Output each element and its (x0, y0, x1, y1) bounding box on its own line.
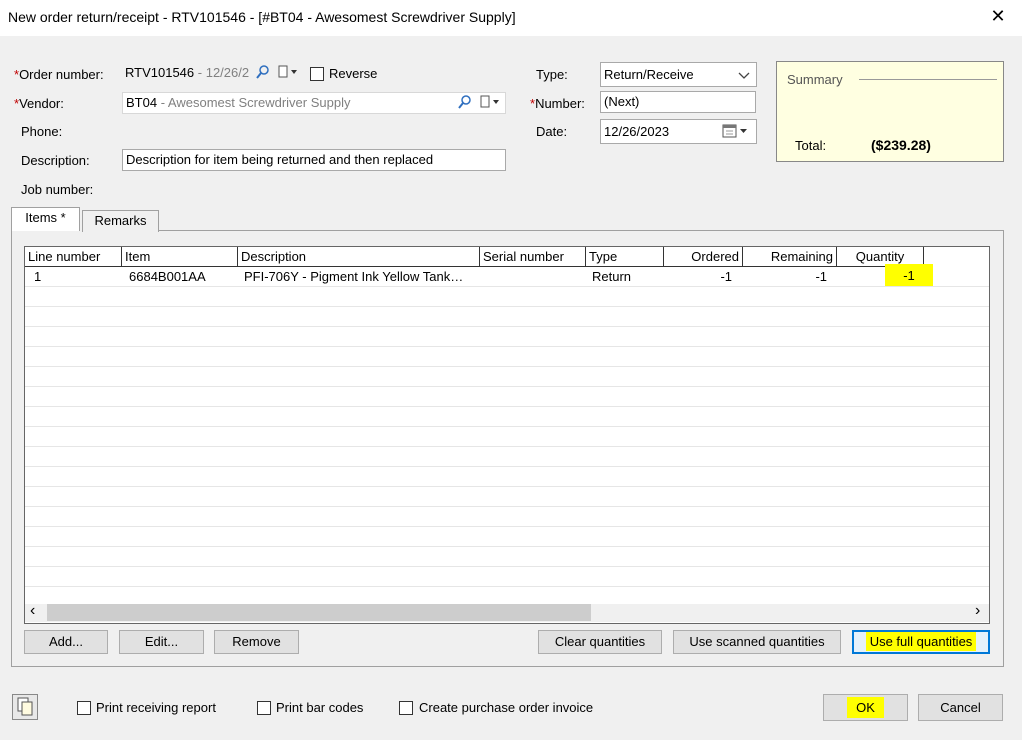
table-row (25, 547, 989, 567)
date-label: Date: (536, 124, 568, 139)
scroll-left-icon[interactable]: ‹ (30, 602, 35, 620)
reverse-checkbox[interactable] (310, 67, 324, 81)
use-full-quantities-button[interactable]: Use full quantities (852, 630, 990, 654)
ok-button-label: OK (847, 697, 884, 718)
chevron-down-icon[interactable] (738, 69, 750, 84)
summary-box: Summary Total: ($239.28) (776, 61, 1004, 162)
number-label: *Number: (530, 96, 585, 111)
calendar-icon[interactable] (722, 123, 752, 142)
table-row (25, 347, 989, 367)
cell-type: Return (592, 269, 632, 284)
number-field[interactable]: (Next) (600, 91, 756, 113)
col-header-description[interactable]: Description (238, 247, 480, 267)
type-label: Type: (536, 67, 568, 82)
description-field[interactable]: Description for item being returned and … (122, 149, 506, 171)
total-label: Total: (795, 138, 827, 153)
window-title: New order return/receipt - RTV101546 - [… (8, 9, 516, 25)
cell-line-number: 1 (34, 269, 42, 284)
use-scanned-quantities-button[interactable]: Use scanned quantities (673, 630, 841, 654)
col-header-item[interactable]: Item (122, 247, 238, 267)
col-header-ordered[interactable]: Ordered (664, 247, 743, 267)
print-bar-codes-checkbox[interactable] (257, 701, 271, 715)
vendor-doc-icon[interactable] (479, 95, 503, 112)
table-row (25, 467, 989, 487)
horizontal-scrollbar[interactable]: ‹ › (25, 602, 989, 622)
phone-label: Phone: (21, 124, 63, 139)
cell-remaining: -1 (815, 269, 827, 284)
summary-divider (859, 79, 997, 80)
total-value: ($239.28) (871, 137, 931, 153)
cell-description: PFI-706Y - Pigment Ink Yellow Tank… (244, 269, 464, 284)
create-purchase-order-invoice-checkbox[interactable] (399, 701, 413, 715)
col-header-remaining[interactable]: Remaining (743, 247, 837, 267)
table-row (25, 567, 989, 587)
table-row (25, 507, 989, 527)
remove-button[interactable]: Remove (214, 630, 299, 654)
scrollbar-thumb[interactable] (47, 604, 591, 621)
use-full-quantities-label: Use full quantities (865, 632, 977, 651)
title-bar: New order return/receipt - RTV101546 - [… (0, 0, 1022, 36)
job-number-label: Job number: (21, 182, 94, 197)
table-row (25, 307, 989, 327)
print-receiving-report-checkbox[interactable] (77, 701, 91, 715)
cell-serial-number (485, 267, 581, 286)
table-row (25, 327, 989, 347)
table-row (25, 527, 989, 547)
print-bar-codes-label: Print bar codes (276, 700, 364, 715)
cell-item: 6684B001AA (129, 269, 206, 284)
type-select[interactable]: Return/Receive (600, 62, 757, 87)
table-row (25, 447, 989, 467)
tab-strip-line (82, 230, 1004, 231)
summary-title: Summary (787, 72, 843, 87)
print-receiving-report-label: Print receiving report (96, 700, 216, 715)
tab-items[interactable]: Items * (11, 207, 80, 231)
copy-icon[interactable] (12, 694, 38, 720)
cell-quantity[interactable]: -1 (885, 264, 933, 286)
add-button[interactable]: Add... (24, 630, 108, 654)
order-doc-icon[interactable] (277, 65, 301, 82)
tab-remarks[interactable]: Remarks (82, 210, 159, 232)
order-number-field[interactable]: RTV101546 - 12/26/2 (122, 63, 256, 85)
description-label: Description: (21, 153, 90, 168)
vendor-field[interactable]: BT04 - Awesomest Screwdriver Supply (122, 92, 506, 114)
col-header-serial-number[interactable]: Serial number (480, 247, 586, 267)
scroll-right-icon[interactable]: › (975, 602, 980, 620)
edit-button[interactable]: Edit... (119, 630, 204, 654)
reverse-label: Reverse (329, 66, 378, 81)
cancel-button[interactable]: Cancel (918, 694, 1003, 721)
close-icon[interactable]: ✕ (988, 6, 1008, 26)
table-row (25, 387, 989, 407)
order-number-label: *Order number: (14, 67, 104, 82)
vendor-lookup-icon[interactable] (458, 95, 472, 112)
col-header-type[interactable]: Type (586, 247, 664, 267)
create-purchase-order-invoice-label: Create purchase order invoice (419, 700, 594, 715)
table-row (25, 367, 989, 387)
cell-ordered: -1 (720, 269, 732, 284)
table-row (25, 487, 989, 507)
table-row (25, 287, 989, 307)
table-row[interactable]: 1 6684B001AA PFI-706Y - Pigment Ink Yell… (25, 264, 989, 287)
ok-button[interactable]: OK (823, 694, 908, 721)
table-row (25, 407, 989, 427)
clear-quantities-button[interactable]: Clear quantities (538, 630, 662, 654)
col-header-line-number[interactable]: Line number (25, 247, 122, 267)
table-row (25, 427, 989, 447)
items-grid: Line number Item Description Serial numb… (24, 246, 990, 624)
vendor-label: *Vendor: (14, 96, 64, 111)
order-lookup-icon[interactable] (256, 65, 270, 82)
